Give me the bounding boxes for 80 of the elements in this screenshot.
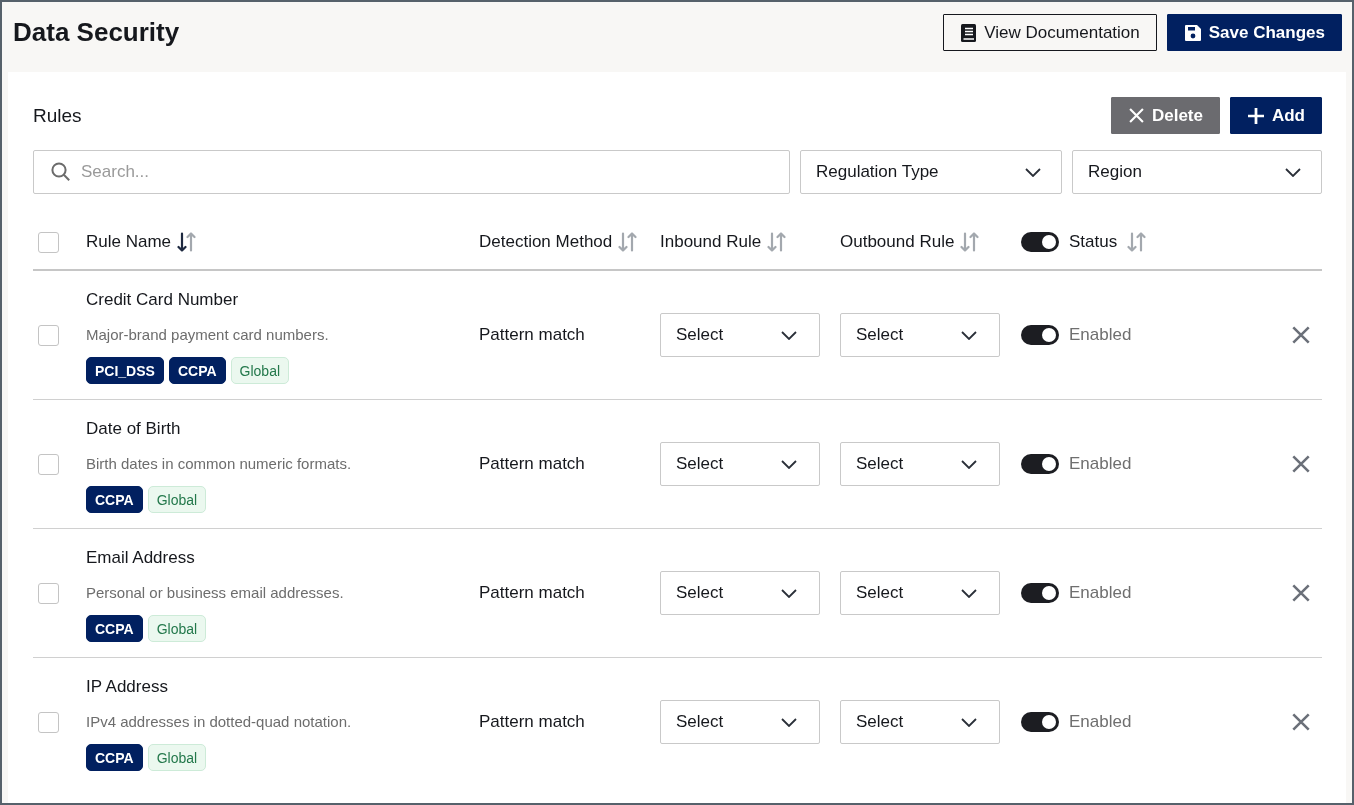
- detection-method: Pattern match: [479, 454, 585, 473]
- detection-method: Pattern match: [479, 712, 585, 731]
- inbound-rule-select[interactable]: Select: [660, 700, 820, 744]
- region-tag: Global: [147, 615, 207, 642]
- inbound-rule-select[interactable]: Select: [660, 442, 820, 486]
- status-label: Enabled: [1069, 712, 1132, 732]
- chevron-down-icon: [1285, 167, 1301, 177]
- close-icon: [1292, 326, 1310, 344]
- region-tag: Global: [147, 744, 207, 771]
- documentation-button[interactable]: View Documentation: [943, 14, 1157, 51]
- close-icon: [1292, 713, 1310, 731]
- book-icon: [961, 23, 977, 42]
- chevron-down-icon: [781, 459, 797, 469]
- remove-row-button[interactable]: [1292, 326, 1310, 344]
- close-icon: [1128, 108, 1144, 123]
- add-button[interactable]: Add: [1229, 97, 1322, 134]
- toggle-switch[interactable]: [1021, 325, 1059, 345]
- rule-description: IPv4 addresses in dotted-quad notation.: [86, 712, 352, 732]
- rule-description: Personal or business email addresses.: [86, 583, 344, 603]
- rule-description: Major-brand payment card numbers.: [86, 325, 329, 345]
- checkbox[interactable]: [38, 582, 59, 604]
- chevron-down-icon: [781, 717, 797, 727]
- column-header: Outbound Rule: [840, 232, 955, 252]
- outbound-rule-select[interactable]: Select: [840, 442, 1000, 486]
- checkbox[interactable]: [38, 324, 59, 346]
- region-tag: Global: [230, 357, 290, 384]
- column-header: Status: [1069, 232, 1118, 252]
- rule-description: Birth dates in common numeric formats.: [86, 454, 352, 474]
- chevron-down-icon: [961, 330, 977, 340]
- column-header: Detection Method: [479, 232, 613, 252]
- status-label: Enabled: [1069, 454, 1132, 474]
- inbound-rule-select[interactable]: Select: [660, 571, 820, 615]
- chevron-down-icon: [781, 588, 797, 598]
- regulation-tag: CCPA: [86, 486, 143, 513]
- sort-icon[interactable]: [177, 232, 197, 252]
- section-title: Rules: [33, 104, 82, 127]
- plus-icon: [1247, 107, 1264, 124]
- status-label: Enabled: [1069, 325, 1132, 345]
- regulation-tag: CCPA: [86, 615, 143, 642]
- toggle-switch[interactable]: [1021, 232, 1059, 252]
- detection-method: Pattern match: [479, 583, 585, 602]
- region-tag: Global: [147, 486, 207, 513]
- page-title: Data Security: [13, 16, 180, 49]
- column-header: Rule Name: [86, 232, 172, 252]
- save-button[interactable]: Save Changes: [1166, 14, 1342, 51]
- toggle-switch[interactable]: [1021, 712, 1059, 732]
- column-header: Inbound Rule: [660, 232, 762, 252]
- remove-row-button[interactable]: [1292, 455, 1310, 473]
- remove-row-button[interactable]: [1292, 584, 1310, 602]
- chevron-down-icon: [961, 588, 977, 598]
- rule-name: Email Address: [86, 547, 195, 569]
- regulation-tag: CCPA: [168, 357, 226, 384]
- rule-name: Date of Birth: [86, 418, 181, 440]
- chevron-down-icon: [961, 459, 977, 469]
- checkbox[interactable]: [38, 711, 59, 733]
- checkbox[interactable]: [38, 453, 59, 475]
- remove-row-button[interactable]: [1292, 713, 1310, 731]
- toggle-switch[interactable]: [1021, 454, 1059, 474]
- search-icon: [51, 162, 70, 181]
- chevron-down-icon: [961, 717, 977, 727]
- rule-name: Credit Card Number: [86, 289, 239, 311]
- regulation-tag: CCPA: [86, 744, 143, 771]
- outbound-rule-select[interactable]: Select: [840, 571, 1000, 615]
- close-icon: [1292, 584, 1310, 602]
- search-field[interactable]: Search...: [33, 150, 790, 194]
- filter-dropdown[interactable]: Regulation Type: [800, 150, 1062, 194]
- status-label: Enabled: [1069, 583, 1132, 603]
- inbound-rule-select[interactable]: Select: [660, 313, 820, 357]
- outbound-rule-select[interactable]: Select: [840, 700, 1000, 744]
- regulation-tag: PCI_DSS: [86, 357, 164, 384]
- filter-dropdown[interactable]: Region: [1072, 150, 1322, 194]
- outbound-rule-select[interactable]: Select: [840, 313, 1000, 357]
- close-icon: [1292, 455, 1310, 473]
- toggle-switch[interactable]: [1021, 583, 1059, 603]
- chevron-down-icon: [781, 330, 797, 340]
- detection-method: Pattern match: [479, 325, 585, 344]
- chevron-down-icon: [1025, 167, 1041, 177]
- rule-name: IP Address: [86, 676, 168, 698]
- checkbox[interactable]: [38, 231, 59, 253]
- delete-button[interactable]: Delete: [1110, 97, 1220, 134]
